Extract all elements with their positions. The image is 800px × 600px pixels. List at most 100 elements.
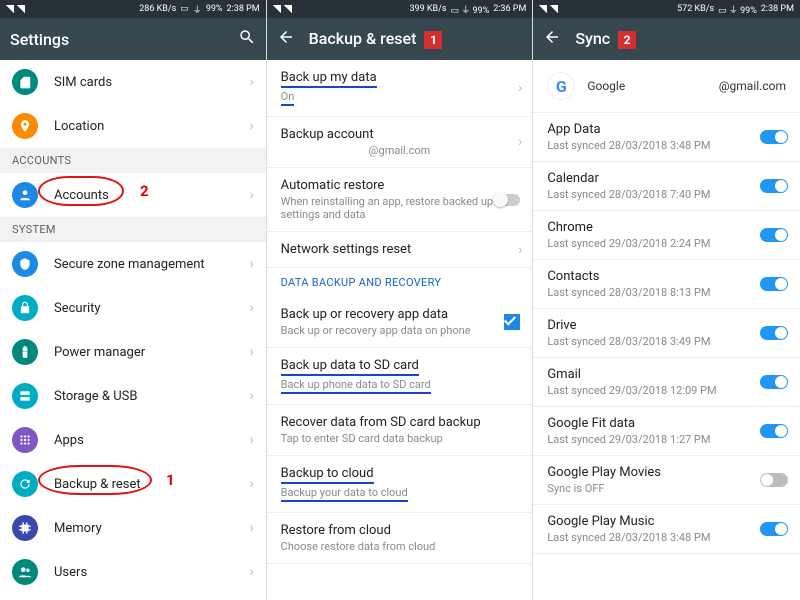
backup-item-restore-from-cloud[interactable]: Restore from cloudChoose restore data fr… [267, 513, 533, 563]
settings-item-sim-cards[interactable]: SIM cards› [0, 60, 266, 104]
row-label: Backup & reset [54, 477, 233, 492]
accounts-icon [12, 182, 38, 208]
settings-item-power-manager[interactable]: Power manager› [0, 330, 266, 374]
item-subtitle: On [281, 90, 295, 106]
sync-subtitle: Sync is OFF [547, 482, 786, 495]
backup-item-automatic-restore[interactable]: Automatic restoreWhen reinstalling an ap… [267, 168, 533, 231]
sync-toggle[interactable] [760, 375, 788, 389]
battery-icon: ▭ [180, 4, 189, 14]
item-title: Backup account [281, 127, 519, 142]
sync-subtitle: Last synced 29/03/2018 12:09 PM [547, 384, 786, 397]
settings-item-accessibility[interactable]: Accessibility› [0, 594, 266, 600]
backup-reset-panel: 399 KB/s ▭ ⏚ 99% 2:36 PM Backup & reset1… [267, 0, 534, 600]
sync-item-drive[interactable]: DriveLast synced 28/03/2018 3:49 PM [533, 309, 800, 357]
settings-item-users[interactable]: Users› [0, 550, 266, 594]
item-title: Network settings reset [281, 242, 519, 257]
sync-panel: 572 KB/s ▭ ⏚ 99% 2:38 PM Sync2 G Google … [533, 0, 800, 600]
sync-subtitle: Last synced 28/03/2018 3:48 PM [547, 139, 786, 152]
status-bar: 572 KB/s ▭ ⏚ 99% 2:38 PM [533, 0, 800, 18]
settings-item-backup-reset[interactable]: Backup & reset›1 [0, 462, 266, 506]
settings-item-security[interactable]: Security › [0, 286, 266, 330]
item-subtitle: Tap to enter SD card data backup [281, 432, 519, 445]
back-icon[interactable] [543, 28, 561, 50]
sync-title: Google Fit data [547, 416, 786, 431]
google-icon: G [547, 72, 575, 100]
row-label: Location [54, 119, 233, 134]
row-label: Secure zone management [54, 257, 233, 272]
search-icon[interactable] [238, 28, 256, 50]
sync-item-app-data[interactable]: App DataLast synced 28/03/2018 3:48 PM [533, 113, 800, 161]
chevron-right-icon: › [249, 388, 253, 404]
sync-title: Contacts [547, 269, 786, 284]
annotation-badge: 2 [618, 31, 636, 49]
item-subtitle: Back up phone data to SD card [281, 378, 431, 394]
annotation-badge: 1 [424, 31, 442, 49]
page-title: Sync2 [575, 29, 790, 49]
settings-item-location[interactable]: Location› [0, 104, 266, 148]
settings-item-apps[interactable]: Apps› [0, 418, 266, 462]
status-bar: 286 KB/s ▭ ⏚ 99% 2:38 PM [0, 0, 266, 18]
chevron-right-icon: › [249, 476, 253, 492]
clock: 2:38 PM [227, 4, 260, 14]
row-label: Storage & USB [54, 389, 233, 404]
chevron-right-icon: › [249, 187, 253, 203]
sync-subtitle: Last synced 29/03/2018 1:27 PM [547, 433, 786, 446]
backup-item-backup-to-cloud[interactable]: Backup to cloudBackup your data to cloud [267, 456, 533, 512]
sync-item-contacts[interactable]: ContactsLast synced 28/03/2018 8:13 PM [533, 260, 800, 308]
toggle[interactable] [494, 194, 520, 206]
sync-title: Google Play Music [547, 514, 786, 529]
sync-item-google-play-movies[interactable]: Google Play Movies Sync is OFF [533, 456, 800, 504]
memory-icon [12, 515, 38, 541]
status-bar: 399 KB/s ▭ ⏚ 99% 2:36 PM [267, 0, 533, 18]
chevron-right-icon: › [249, 300, 253, 316]
sync-title: Google Play Movies [547, 465, 786, 480]
settings-item-secure-zone-management[interactable]: Secure zone management› [0, 242, 266, 286]
sync-item-chrome[interactable]: ChromeLast synced 29/03/2018 2:24 PM [533, 211, 800, 259]
backup-item-recover-data-from-sd-card-backup[interactable]: Recover data from SD card backupTap to e… [267, 405, 533, 455]
sync-toggle[interactable] [760, 473, 788, 487]
sync-item-google-play-music[interactable]: Google Play MusicLast synced 28/03/2018 … [533, 505, 800, 553]
backup-item-backup-account[interactable]: Backup account@gmail.com› [267, 117, 533, 167]
item-title: Restore from cloud [281, 523, 519, 538]
sync-subtitle: Last synced 28/03/2018 3:49 PM [547, 335, 786, 348]
sync-toggle[interactable] [760, 522, 788, 536]
row-label: Power manager [54, 345, 233, 360]
settings-item-storage-usb[interactable]: Storage & USB › [0, 374, 266, 418]
settings-appbar: Settings [0, 18, 266, 60]
net-speed: 286 KB/s [139, 4, 176, 14]
chevron-right-icon: › [518, 242, 522, 258]
backup-item-network-settings-reset[interactable]: Network settings reset› [267, 232, 533, 267]
account-type: Google [587, 79, 625, 93]
sync-toggle[interactable] [760, 228, 788, 242]
chevron-right-icon: › [249, 564, 253, 580]
section-system: SYSTEM [0, 217, 266, 242]
item-subtitle: Back up or recovery app data on phone [281, 324, 519, 337]
backup-item-back-up-my-data[interactable]: Back up my dataOn› [267, 60, 533, 116]
net-speed: 399 KB/s [409, 4, 446, 14]
sync-item-gmail[interactable]: GmailLast synced 29/03/2018 12:09 PM [533, 358, 800, 406]
backup-item-back-up-or-recovery-app-data[interactable]: Back up or recovery app dataBack up or r… [267, 297, 533, 347]
sync-appbar: Sync2 [533, 18, 800, 60]
row-label: Security [54, 301, 233, 316]
page-title: Backup & reset1 [309, 29, 523, 49]
section-accounts: ACCOUNTS [0, 148, 266, 173]
sim-icon [12, 69, 38, 95]
battery-pct: 99% [206, 4, 223, 14]
security-icon [12, 295, 38, 321]
checkbox[interactable] [504, 314, 520, 330]
sync-toggle[interactable] [760, 179, 788, 193]
settings-item-memory[interactable]: Memory› [0, 506, 266, 550]
sync-item-calendar[interactable]: CalendarLast synced 28/03/2018 7:40 PM [533, 162, 800, 210]
settings-item-accounts[interactable]: Accounts › 2 [0, 173, 266, 217]
back-icon[interactable] [277, 28, 295, 50]
sync-toggle[interactable] [760, 130, 788, 144]
item-title: Back up data to SD card [281, 358, 419, 376]
google-account-header[interactable]: G Google @gmail.com [533, 60, 800, 112]
sync-item-google-fit-data[interactable]: Google Fit data Last synced 29/03/2018 1:… [533, 407, 800, 455]
sync-toggle[interactable] [760, 424, 788, 438]
wifi-icon: ⏚ [193, 3, 202, 16]
sync-toggle[interactable] [760, 326, 788, 340]
sync-toggle[interactable] [760, 277, 788, 291]
backup-item-back-up-data-to-sd-card[interactable]: Back up data to SD card Back up phone dat… [267, 348, 533, 404]
sync-subtitle: Last synced 29/03/2018 2:24 PM [547, 237, 786, 250]
